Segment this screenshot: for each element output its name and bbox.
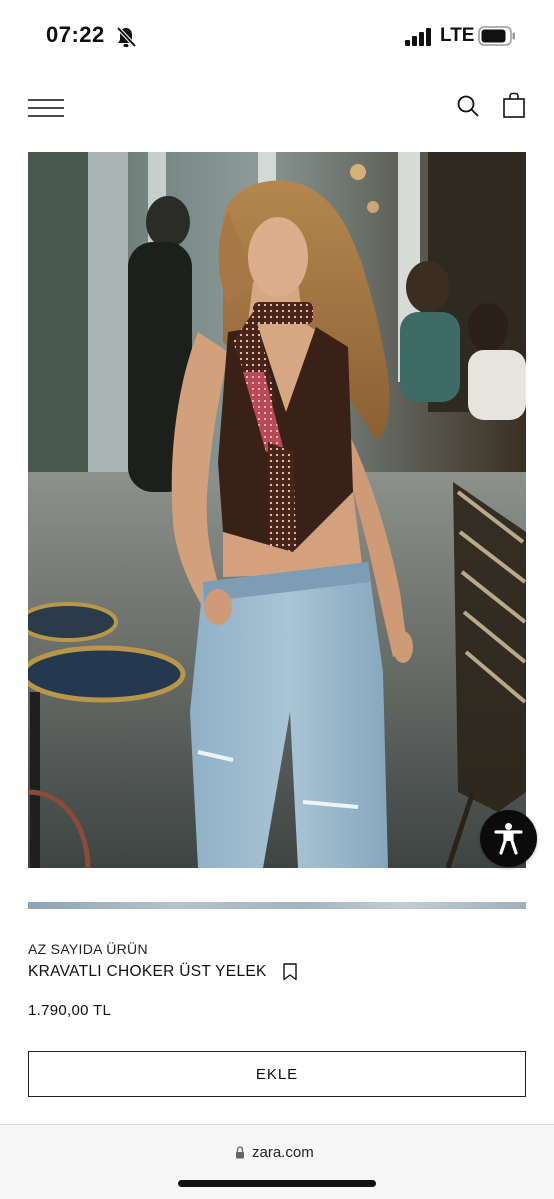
stock-label: AZ SAYIDA ÜRÜN (28, 941, 148, 957)
shopping-bag-icon[interactable] (502, 92, 526, 118)
home-indicator[interactable] (178, 1180, 376, 1187)
next-image-preview[interactable] (28, 902, 526, 909)
status-bar: 07:22 LTE (0, 0, 554, 72)
browser-url-bar[interactable]: zara.com (0, 1124, 554, 1199)
accessibility-icon (494, 823, 523, 855)
top-nav (0, 80, 554, 136)
add-to-cart-button[interactable]: EKLE (28, 1051, 526, 1097)
search-icon[interactable] (456, 94, 480, 118)
network-label: LTE (440, 25, 475, 46)
menu-icon[interactable] (28, 98, 64, 118)
battery-icon (478, 26, 515, 46)
status-time: 07:22 (46, 22, 105, 47)
bookmark-icon[interactable] (282, 963, 298, 981)
accessibility-button[interactable] (480, 810, 537, 867)
bell-slash-icon (116, 26, 136, 48)
product-photo-illustration (28, 152, 526, 868)
signal-icon (405, 28, 431, 46)
url-text[interactable]: zara.com (252, 1144, 314, 1161)
lock-icon (236, 1146, 244, 1159)
product-name[interactable]: KRAVATLI CHOKER ÜST YELEK (28, 963, 267, 981)
product-image[interactable] (28, 152, 526, 868)
product-price: 1.790,00 TL (28, 1002, 112, 1019)
